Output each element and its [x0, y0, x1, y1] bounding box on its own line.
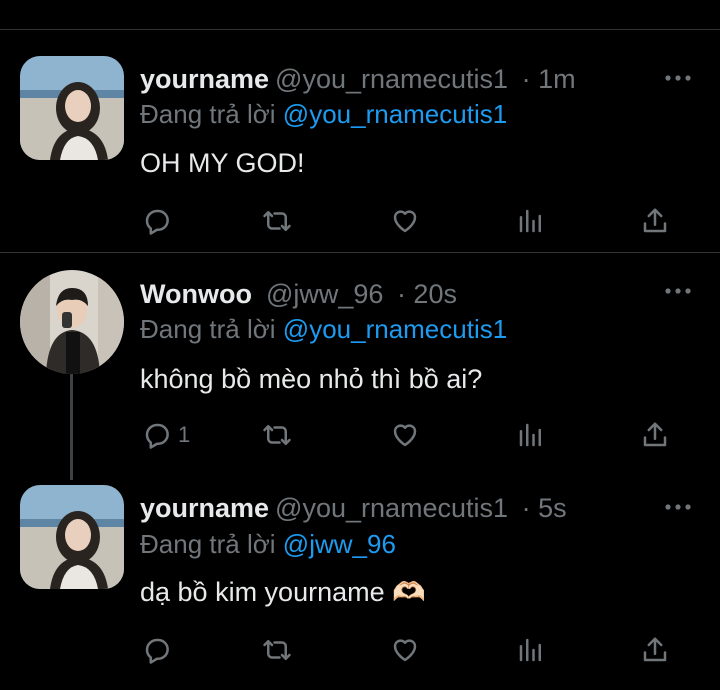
tweet-2[interactable]: Wonwoo @jww_96 · 20s Đang trả lời @you_rn… — [0, 253, 720, 473]
reply-icon — [145, 209, 169, 235]
heart-icon — [393, 210, 417, 233]
heart-icon — [393, 424, 417, 447]
heart-icon — [393, 639, 417, 662]
replying-prefix: Đang trả lời — [140, 314, 276, 344]
replying-to: Đang trả lời @you_rnamecutis1 — [140, 314, 507, 345]
action-bar: 1 — [140, 417, 680, 453]
share-button[interactable] — [640, 417, 670, 453]
display-name[interactable]: Wonwoo — [140, 279, 252, 309]
retweet-button[interactable] — [262, 632, 292, 668]
author-name[interactable]: yourname @you_rnamecutis1 · 1m — [140, 64, 576, 95]
avatar[interactable] — [20, 56, 124, 160]
views-icon — [519, 209, 541, 233]
replying-to: Đang trả lời @you_rnamecutis1 — [140, 99, 507, 130]
reply-button[interactable] — [142, 632, 178, 668]
avatar-photo-icon — [20, 56, 124, 160]
retweet-button[interactable] — [262, 203, 292, 239]
retweet-icon — [263, 640, 291, 660]
reply-button[interactable] — [142, 203, 178, 239]
retweet-button[interactable] — [262, 417, 292, 453]
reply-count: 1 — [178, 422, 191, 447]
tweet-1[interactable]: yourname @you_rnamecutis1 · 1m Đang trả l… — [0, 0, 720, 252]
reply-icon — [145, 638, 169, 664]
display-name[interactable]: yourname — [140, 64, 269, 94]
timestamp[interactable]: · 5s — [522, 493, 567, 523]
like-button[interactable] — [390, 203, 420, 239]
replying-mention[interactable]: @jww_96 — [283, 529, 396, 559]
more-icon[interactable] — [664, 286, 692, 296]
share-icon — [643, 208, 667, 233]
replying-mention[interactable]: @you_rnamecutis1 — [283, 99, 507, 129]
tweet-text: không bồ mèo nhỏ thì bồ ai? — [140, 364, 483, 394]
timestamp[interactable]: · 20s — [397, 279, 457, 309]
reply-icon — [145, 423, 169, 449]
tweet-3[interactable]: yourname @you_rnamecutis1 · 5s Đang trả l… — [0, 473, 720, 690]
more-icon[interactable] — [664, 73, 692, 83]
views-button[interactable] — [516, 632, 546, 668]
tweet-text: OH MY GOD! — [140, 148, 305, 178]
views-button[interactable] — [516, 417, 546, 453]
author-handle[interactable]: @you_rnamecutis1 — [275, 493, 508, 523]
avatar[interactable] — [20, 485, 124, 589]
share-icon — [643, 422, 667, 447]
replying-prefix: Đang trả lời — [140, 99, 276, 129]
author-name[interactable]: yourname @you_rnamecutis1 · 5s — [140, 493, 567, 524]
replying-mention[interactable]: @you_rnamecutis1 — [283, 314, 507, 344]
display-name[interactable]: yourname — [140, 493, 269, 523]
views-icon — [519, 423, 541, 447]
share-icon — [643, 637, 667, 662]
more-icon[interactable] — [664, 502, 692, 512]
avatar[interactable] — [20, 270, 124, 374]
replying-prefix: Đang trả lời — [140, 529, 276, 559]
timestamp[interactable]: · 1m — [522, 64, 576, 94]
share-button[interactable] — [640, 632, 670, 668]
share-button[interactable] — [640, 203, 670, 239]
avatar-photo-icon — [20, 270, 124, 374]
reply-button[interactable]: 1 — [142, 417, 190, 453]
views-button[interactable] — [516, 203, 546, 239]
avatar-photo-icon — [20, 485, 124, 589]
like-button[interactable] — [390, 632, 420, 668]
like-button[interactable] — [390, 417, 420, 453]
action-bar — [140, 632, 680, 668]
replying-to: Đang trả lời @jww_96 — [140, 529, 396, 560]
retweet-icon — [263, 211, 291, 231]
author-handle[interactable]: @jww_96 — [266, 279, 383, 309]
views-icon — [519, 638, 541, 662]
action-bar — [140, 203, 680, 239]
author-name[interactable]: Wonwoo @jww_96 · 20s — [140, 279, 457, 310]
retweet-icon — [263, 425, 291, 445]
author-handle[interactable]: @you_rnamecutis1 — [275, 64, 508, 94]
tweet-text: dạ bồ kim yourname 🫶🏻 — [140, 577, 426, 607]
